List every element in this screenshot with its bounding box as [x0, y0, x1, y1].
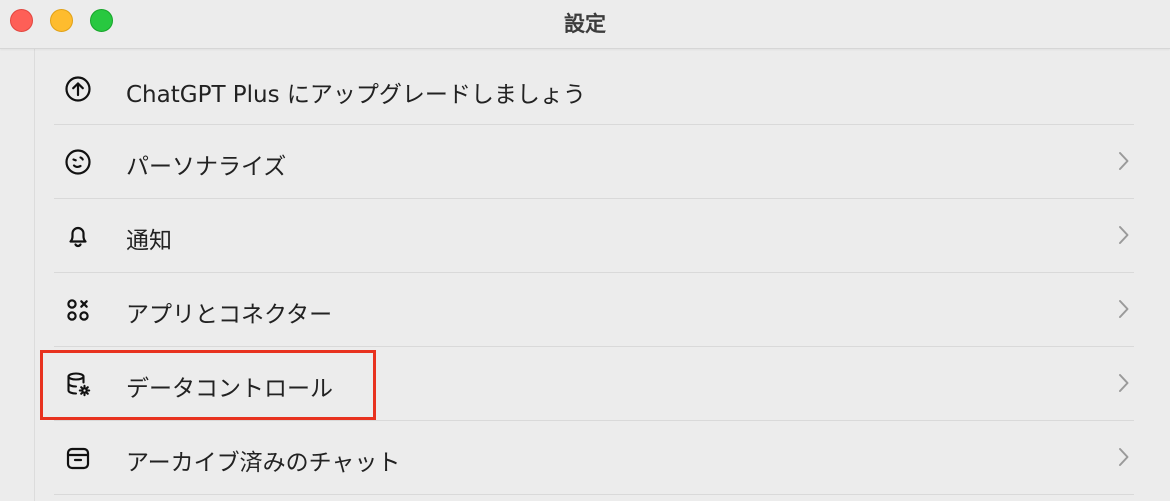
chevron-right-icon [1116, 150, 1132, 172]
settings-item-label: ChatGPT Plus にアップグレードしましょう [126, 82, 586, 108]
personalize-face-icon [64, 148, 92, 176]
settings-item-personalize[interactable]: パーソナライズ [54, 125, 1134, 199]
window-title: 設定 [564, 12, 606, 36]
settings-item-label: データコントロール [126, 376, 333, 402]
chevron-right-icon [1116, 372, 1132, 394]
settings-item-label: アーカイブ済みのチャット [126, 450, 401, 476]
archive-box-icon [64, 444, 92, 472]
chevron-right-icon [1116, 224, 1132, 246]
settings-list: ChatGPT Plus にアップグレードしましょう パーソナライズ 通知 アプ… [54, 53, 1134, 495]
upgrade-arrow-icon [64, 75, 92, 103]
settings-item-label: パーソナライズ [126, 154, 287, 180]
settings-item-data-controls[interactable]: データコントロール [54, 347, 1134, 421]
chevron-right-icon [1116, 446, 1132, 468]
settings-item-upgrade[interactable]: ChatGPT Plus にアップグレードしましょう [54, 53, 1134, 125]
chevron-right-icon [1116, 298, 1132, 320]
sidebar-panel [0, 49, 35, 501]
apps-connectors-icon [64, 296, 92, 324]
settings-item-archived-chats[interactable]: アーカイブ済みのチャット [54, 421, 1134, 495]
title-bar: 設定 [0, 0, 1170, 49]
database-gear-icon [64, 370, 92, 398]
settings-item-apps-connectors[interactable]: アプリとコネクター [54, 273, 1134, 347]
bell-icon [64, 222, 92, 250]
settings-item-notifications[interactable]: 通知 [54, 199, 1134, 273]
settings-item-label: 通知 [126, 228, 172, 254]
settings-item-label: アプリとコネクター [126, 302, 333, 328]
settings-window: 設定 ChatGPT Plus にアップグレードしましょう パーソナライズ 通知… [0, 0, 1170, 501]
